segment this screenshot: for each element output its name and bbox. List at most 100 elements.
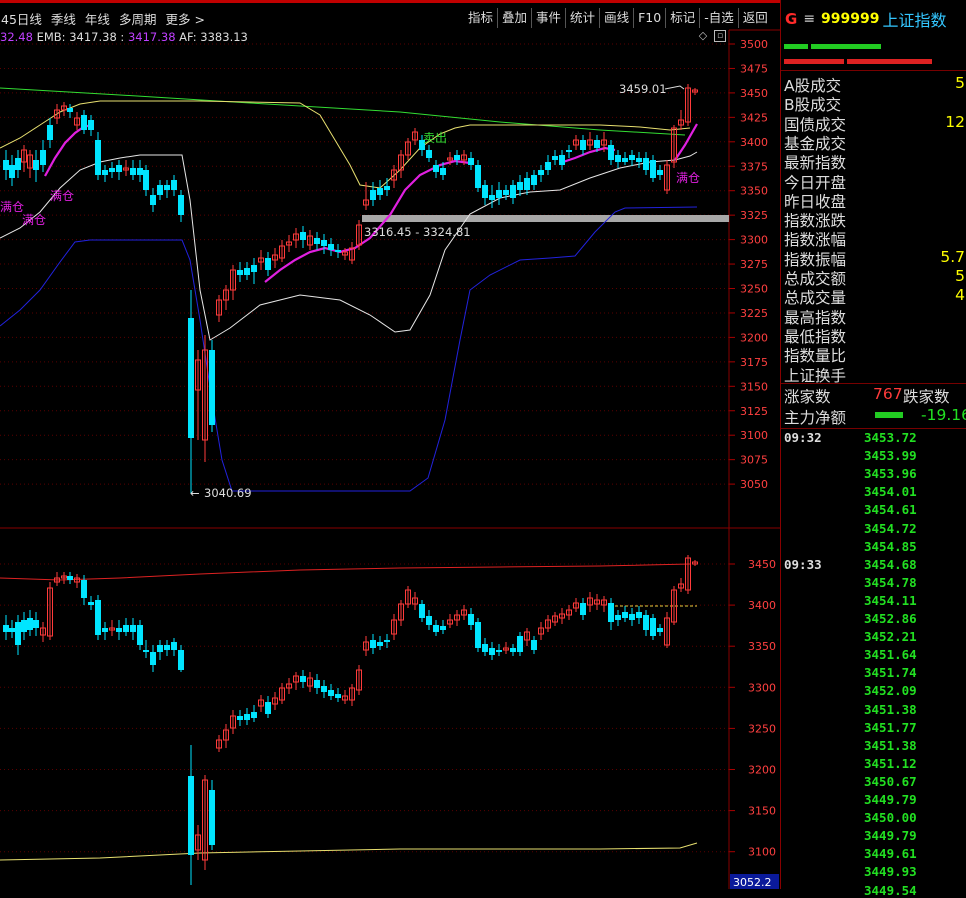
stat-row: 上证换手: [781, 364, 966, 385]
axis-tick-label: 3100: [748, 846, 776, 859]
axis-tick-label: 3200: [740, 331, 768, 344]
candle-body: [157, 645, 163, 652]
candle-body: [67, 576, 73, 580]
diamond-icon[interactable]: ◇: [697, 30, 709, 42]
tick-price: 3453.96: [864, 466, 917, 482]
tick-price: 3450.00: [864, 810, 917, 826]
candle-body: [335, 694, 341, 698]
candle-body: [657, 170, 663, 175]
tool-indicator-button[interactable]: 指标: [464, 8, 499, 28]
tool-event-button[interactable]: 事件: [532, 8, 567, 28]
tool-stats-button[interactable]: 统计: [566, 8, 601, 28]
candle-body: [88, 120, 94, 130]
candle-body: [475, 622, 481, 648]
axis-tick-label: 3450: [748, 558, 776, 571]
tick-time: 09:33: [784, 556, 822, 572]
candle-body: [15, 158, 21, 170]
candle-body: [580, 603, 586, 615]
tick-price: 3449.93: [864, 864, 917, 880]
candle-body: [300, 676, 306, 682]
tick-price: 3449.54: [864, 882, 917, 898]
candle-body: [137, 168, 143, 175]
advance-count: 767: [873, 385, 903, 403]
stat-value: 5: [955, 267, 965, 285]
candle-body: [440, 168, 446, 175]
candle-body: [629, 614, 635, 620]
period-year[interactable]: 年线: [85, 9, 110, 28]
period-more-label: 更多: [165, 11, 191, 27]
candle-body: [130, 625, 136, 632]
tick-price: 3451.12: [864, 755, 917, 771]
chevron-right-icon: >: [190, 11, 205, 27]
stat-row: 最低指数: [781, 325, 966, 346]
tool-back-button[interactable]: 返回: [739, 8, 772, 28]
candle-body: [102, 628, 108, 632]
decline-label: 跌家数: [903, 388, 950, 406]
candle-body: [81, 580, 87, 598]
candle-body: [9, 628, 15, 632]
candle-body: [335, 250, 341, 252]
tick-price: 3449.61: [864, 846, 917, 862]
lower-price-axis: 3450 3400 3350 3300 3250 3200 3150 3100: [748, 558, 776, 859]
stat-value: 5.7: [940, 247, 965, 266]
candle-body: [468, 614, 474, 625]
period-quarter[interactable]: 季线: [51, 9, 76, 28]
stat-value: 4: [955, 286, 965, 305]
candle-body: [188, 776, 194, 855]
period-multi[interactable]: 多周期: [119, 9, 157, 28]
tool-draw-button[interactable]: 画线: [600, 8, 635, 28]
tick-price: 3454.68: [864, 556, 917, 572]
tick-price: 3452.09: [864, 683, 917, 699]
tool-f10-button[interactable]: F10: [634, 8, 667, 28]
upper-candles: [3, 84, 698, 494]
axis-tick-label: 3250: [740, 283, 768, 296]
panel-header: G ≡ 999999 上证指数: [781, 8, 966, 30]
candle-body: [636, 158, 642, 162]
legend-af-label: AF:: [179, 30, 197, 44]
hamburger-icon[interactable]: ≡: [803, 11, 815, 27]
candle-body: [650, 160, 656, 178]
candle-body: [116, 628, 122, 632]
stat-row: 指数量比: [781, 344, 966, 365]
candle-body: [426, 150, 432, 158]
candle-body: [531, 175, 537, 185]
candle-body: [580, 140, 586, 150]
stat-row: 指数振幅 5.7: [781, 247, 966, 269]
tool-overlay-button[interactable]: 叠加: [498, 8, 533, 28]
red-bar-1: [784, 59, 844, 64]
period-more[interactable]: 更多 >: [165, 9, 204, 28]
candle-body: [377, 188, 383, 195]
candle-body: [237, 716, 243, 720]
candle-body: [328, 244, 334, 250]
range-label: 3316.45 - 3324.81: [364, 225, 471, 239]
period-45day[interactable]: 45日线: [1, 9, 42, 28]
axis-tick-label: 3150: [740, 380, 768, 393]
candle-body: [321, 686, 327, 692]
candle-body: [40, 150, 46, 165]
axis-tick-label: 3425: [740, 111, 768, 124]
tick-time: 09:32: [784, 430, 822, 445]
candle-body: [615, 615, 621, 620]
tick-price: 3453.99: [864, 448, 917, 464]
tick-price: 3449.79: [864, 792, 917, 807]
tick-price: 3451.38: [864, 737, 917, 753]
tool-mark-button[interactable]: 标记: [666, 8, 701, 28]
stat-row: 最新指数: [781, 151, 966, 172]
tick-price: 3450.67: [864, 773, 917, 789]
high-price-label: 3459.01: [619, 82, 667, 96]
candle-body: [171, 642, 177, 650]
candle-body: [615, 155, 621, 162]
candle-body: [384, 640, 390, 642]
candle-body: [496, 190, 502, 198]
candle-body: [559, 155, 565, 165]
kline-chart[interactable]: 3500 3475 3450 3425 3400 3375 3350 3325 3300 3275…: [0, 0, 780, 889]
window-icon[interactable]: ▫: [714, 30, 726, 42]
candle-body: [9, 165, 15, 178]
tick-price: 3452.21: [864, 629, 917, 645]
candle-body: [489, 195, 495, 200]
tool-watchlist-button[interactable]: -自选: [700, 8, 739, 28]
axis-tick-label: 3500: [740, 38, 768, 51]
stat-row: 指数涨跌: [781, 209, 966, 230]
candle-body: [314, 238, 320, 244]
stat-row: 今日开盘: [781, 171, 966, 192]
